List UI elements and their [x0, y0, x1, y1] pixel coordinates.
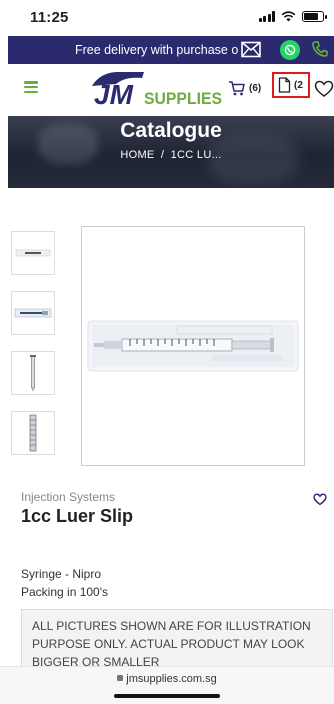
signal-icon — [258, 11, 275, 22]
syringe-thumb-image — [30, 355, 36, 391]
product-thumbnail-3[interactable] — [11, 351, 55, 395]
status-bar: 11:25 — [0, 0, 334, 36]
logo-jm-text: JM — [94, 79, 134, 110]
breadcrumb-separator: / — [160, 149, 165, 161]
mail-icon[interactable] — [241, 41, 261, 58]
syringe-thumb-image — [15, 249, 51, 257]
breadcrumb-home[interactable]: HOME — [120, 149, 154, 161]
browser-address-bar[interactable]: jmsupplies.com.sg — [0, 666, 334, 704]
page-title: Catalogue — [120, 119, 222, 142]
syringe-image — [87, 320, 299, 372]
product-description-line-1: Syringe - Nipro — [21, 567, 102, 581]
document-icon — [278, 77, 291, 93]
cart-button[interactable]: (6) — [228, 80, 261, 96]
quote-button[interactable]: (2 — [272, 72, 310, 98]
quote-count: (2 — [294, 79, 303, 91]
syringe-thumb-image — [29, 414, 37, 452]
cart-count: (6) — [249, 82, 262, 94]
promo-bar: Free delivery with purchase o — [8, 36, 334, 64]
logo[interactable]: JM SUPPLIES — [86, 68, 226, 110]
site-header: JM SUPPLIES (6) (2 — [8, 64, 334, 116]
syringe-thumb-image — [14, 308, 52, 318]
breadcrumb-current: 1CC LU... — [170, 149, 222, 161]
product-thumbnail-1[interactable] — [11, 231, 55, 275]
heart-icon[interactable] — [314, 80, 334, 98]
wifi-icon — [281, 11, 296, 22]
product-thumbnail-4[interactable] — [11, 411, 55, 455]
lock-icon — [117, 675, 124, 681]
status-icons — [258, 11, 327, 22]
logo-supplies-text: SUPPLIES — [144, 89, 222, 108]
product-main-image[interactable] — [81, 226, 305, 466]
product-description-line-2: Packing in 100's — [21, 585, 109, 599]
whatsapp-icon[interactable] — [280, 40, 300, 60]
page-banner: Catalogue HOME / 1CC LU... — [8, 116, 334, 188]
battery-icon — [302, 11, 327, 22]
cart-icon — [229, 81, 245, 96]
breadcrumb: HOME / 1CC LU... — [8, 149, 334, 161]
product-thumbnail-2[interactable] — [11, 291, 55, 335]
promo-text: Free delivery with purchase o — [75, 43, 238, 57]
url-text: jmsupplies.com.sg — [126, 673, 217, 685]
phone-icon[interactable] — [311, 40, 329, 58]
product-category[interactable]: Injection Systems — [21, 490, 115, 504]
url-display[interactable]: jmsupplies.com.sg — [0, 673, 334, 685]
status-time: 11:25 — [30, 9, 69, 26]
home-indicator[interactable] — [114, 694, 220, 698]
wishlist-heart-icon[interactable] — [313, 493, 327, 506]
product-title: 1cc Luer Slip — [21, 506, 134, 526]
menu-icon[interactable] — [24, 81, 38, 93]
